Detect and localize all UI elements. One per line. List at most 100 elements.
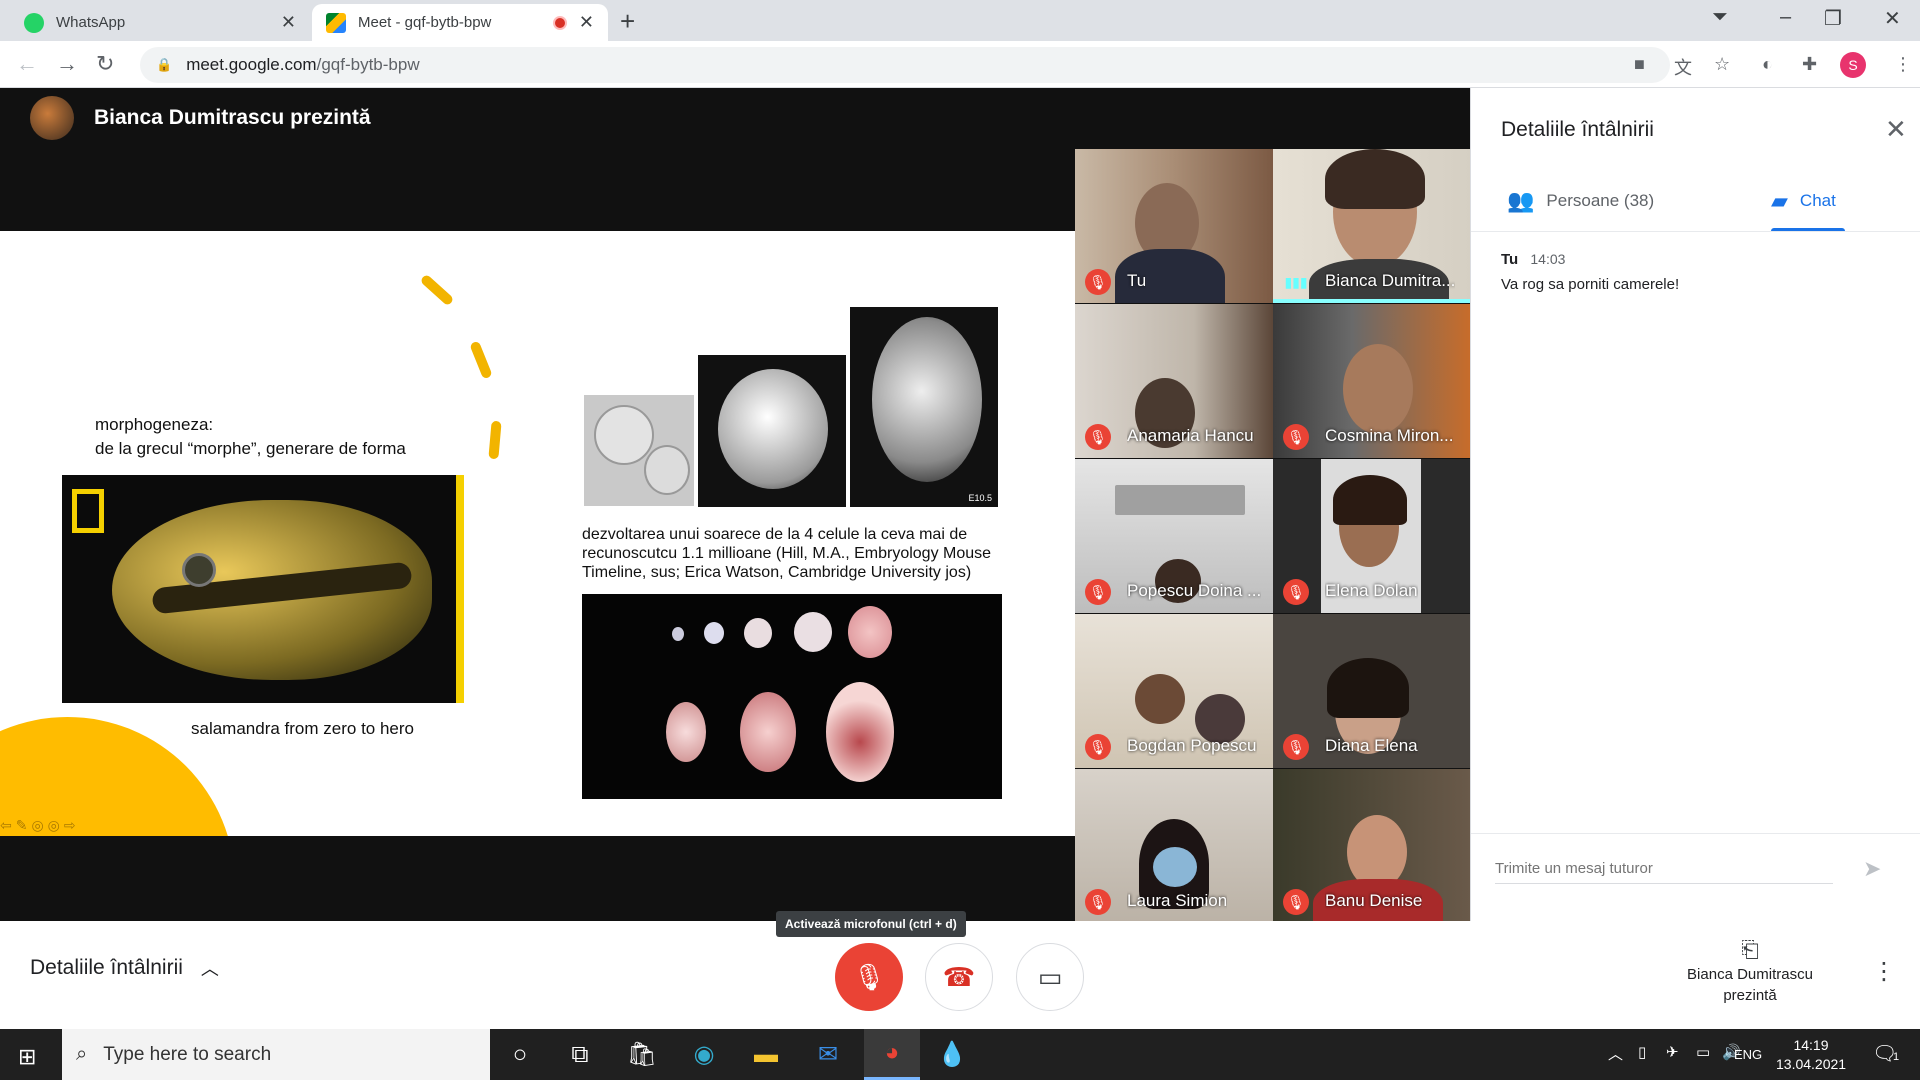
cell-blob: [594, 405, 654, 465]
salamander-video[interactable]: [62, 475, 464, 703]
reload-icon[interactable]: ↻: [96, 51, 114, 77]
participant-tile[interactable]: 🎙 Laura Simion: [1075, 769, 1273, 923]
salamander-eye: [182, 553, 216, 587]
show-hidden-icons-icon[interactable]: ︿: [1608, 1043, 1623, 1064]
muted-mic-icon: 🎙: [1283, 579, 1309, 605]
muted-mic-icon: 🎙: [1085, 579, 1111, 605]
paint-drop-icon[interactable]: 💧: [924, 1029, 980, 1080]
participant-video: [1327, 658, 1409, 718]
edge-icon[interactable]: ◉: [676, 1029, 732, 1080]
participant-tile[interactable]: 🎙 Diana Elena: [1273, 614, 1471, 768]
clock-time: 14:19: [1793, 1037, 1829, 1053]
tab-whatsapp[interactable]: WhatsApp ✕: [10, 4, 310, 41]
chat-message-text: Va rog sa porniti camerele!: [1501, 276, 1680, 293]
participant-video: [1153, 847, 1197, 887]
clock-date: 13.04.2021: [1776, 1056, 1847, 1072]
avatar: [30, 96, 74, 140]
participant-tile[interactable]: 🎙 Bogdan Popescu: [1075, 614, 1273, 768]
participant-tile[interactable]: 🎙 Elena Dolan: [1273, 459, 1471, 613]
file-explorer-icon[interactable]: ▬: [738, 1029, 794, 1080]
network-icon[interactable]: ✈: [1666, 1043, 1679, 1061]
embryo-shape: [666, 702, 706, 762]
embryo-shape: [744, 618, 772, 648]
address-bar[interactable]: 🔒 meet.google.com/gqf-bytb-bpw: [140, 47, 1670, 83]
close-icon[interactable]: ✕: [1885, 114, 1907, 145]
participant-name: Laura Simion: [1127, 891, 1228, 910]
chat-message-input[interactable]: [1495, 860, 1833, 884]
minimize-icon[interactable]: –: [1780, 6, 1791, 29]
divider: [1471, 833, 1920, 834]
tab-chat[interactable]: ▰ Chat: [1771, 188, 1836, 214]
translate-icon[interactable]: 文: [1674, 54, 1692, 80]
taskbar-clock[interactable]: 14:19 13.04.2021: [1776, 1036, 1846, 1074]
mic-off-icon: 🎙: [852, 961, 886, 992]
participant-tile[interactable]: 🎙 Anamaria Hancu: [1075, 304, 1273, 458]
participant-name: Bianca Dumitra...: [1325, 271, 1456, 290]
embryo-shape: [872, 317, 982, 482]
camera-in-use-icon[interactable]: ■: [1634, 54, 1645, 75]
mail-icon[interactable]: ✉: [800, 1029, 856, 1080]
windows-taskbar: ⊞ ⌕ Type here to search ○ ⧉ 🛍 ◉ ▬ ✉ ◕ 💧 …: [0, 1029, 1920, 1080]
embryo-caption: dezvoltarea unui soarece de la 4 celule …: [582, 525, 991, 582]
forward-icon[interactable]: →: [56, 51, 78, 77]
camera-toggle-button[interactable]: ▭: [1016, 943, 1084, 1011]
send-icon[interactable]: ➤: [1863, 856, 1881, 882]
close-tab-icon[interactable]: ✕: [281, 12, 296, 33]
participant-name: Anamaria Hancu: [1127, 426, 1254, 445]
slide-navigation-controls[interactable]: ⇦✎◎◎⇨: [0, 817, 80, 834]
microphone-toggle-button[interactable]: 🎙: [835, 943, 903, 1011]
windows-start-icon[interactable]: ⊞: [18, 1044, 36, 1070]
participant-name: Popescu Doina ...: [1127, 581, 1262, 600]
new-tab-icon[interactable]: +: [620, 6, 635, 37]
back-icon[interactable]: ←: [16, 51, 38, 77]
browser-menu-icon[interactable]: ⋮: [1894, 54, 1912, 75]
cortana-icon[interactable]: ○: [492, 1029, 548, 1080]
tab-title: Meet - gqf-bytb-bpw: [358, 14, 492, 31]
participant-tile[interactable]: 🎙 Tu: [1075, 149, 1273, 303]
chat-message-header: Tu 14:03: [1501, 251, 1565, 268]
task-view-icon[interactable]: ⧉: [552, 1029, 608, 1080]
notification-count: 1: [1893, 1051, 1900, 1063]
chrome-icon[interactable]: ◕: [864, 1029, 920, 1080]
profile-avatar[interactable]: S: [1840, 52, 1866, 78]
tab-chat-label: Chat: [1799, 191, 1836, 210]
participant-tile[interactable]: 🎙 Banu Denise: [1273, 769, 1471, 923]
taskbar-search-box[interactable]: ⌕ Type here to search: [62, 1029, 490, 1080]
participant-video: [1333, 475, 1407, 525]
leave-call-button[interactable]: ☎: [925, 943, 993, 1011]
participant-tile[interactable]: 🎙 Cosmina Miron...: [1273, 304, 1471, 458]
tab-people[interactable]: 👥 Persoane (38): [1507, 188, 1654, 214]
embryo-shape: [704, 622, 724, 644]
meet-stage: Bianca Dumitrascu prezintă morphogeneza:…: [0, 88, 1471, 923]
battery-icon[interactable]: ▭: [1696, 1043, 1710, 1061]
bookmark-star-icon[interactable]: ☆: [1714, 54, 1730, 75]
extension-circle-icon[interactable]: ◐: [1762, 54, 1773, 75]
extensions-puzzle-icon[interactable]: ✚: [1802, 54, 1817, 75]
participant-tile[interactable]: 🎙 Popescu Doina ...: [1075, 459, 1273, 613]
recording-icon: [552, 15, 567, 30]
muted-mic-icon: 🎙: [1085, 889, 1111, 915]
close-window-icon[interactable]: ✕: [1884, 6, 1901, 31]
slide-heading: morphogeneza: de la grecul “morphe”, gen…: [95, 413, 406, 461]
input-language[interactable]: ENG: [1734, 1047, 1762, 1062]
restore-icon[interactable]: ❐: [1824, 6, 1842, 31]
device-icon[interactable]: ▯: [1638, 1043, 1646, 1061]
browser-toolbar: ← → ↻ 🔒 meet.google.com/gqf-bytb-bpw ■ 文…: [0, 41, 1920, 88]
embryo-caption-line: Timeline, sus; Erica Watson, Cambridge U…: [582, 564, 972, 581]
participant-name: Tu: [1127, 271, 1147, 290]
tab-search-icon[interactable]: ⏷: [1712, 6, 1728, 29]
close-tab-icon[interactable]: ✕: [579, 12, 594, 33]
embryo-shape: [672, 627, 684, 641]
store-icon[interactable]: 🛍: [614, 1029, 670, 1080]
participant-name: Cosmina Miron...: [1325, 426, 1454, 445]
participant-tile[interactable]: ▮▮▮ Bianca Dumitra...: [1273, 149, 1471, 303]
more-options-icon[interactable]: ⋮: [1872, 957, 1896, 986]
tab-meet[interactable]: Meet - gqf-bytb-bpw ✕: [312, 4, 608, 41]
presenting-status-button[interactable]: ⎗ Bianca Dumitrascu prezintă: [1660, 939, 1840, 1006]
search-placeholder: Type here to search: [103, 1043, 272, 1065]
presenter-name: Bianca Dumitrascu prezintă: [94, 106, 371, 129]
participant-video: [1347, 815, 1407, 889]
meeting-details-button[interactable]: Detaliile întâlnirii ︿: [30, 955, 219, 981]
camera-icon: ▭: [1037, 961, 1063, 992]
slide-decoration-dash: [488, 420, 502, 460]
